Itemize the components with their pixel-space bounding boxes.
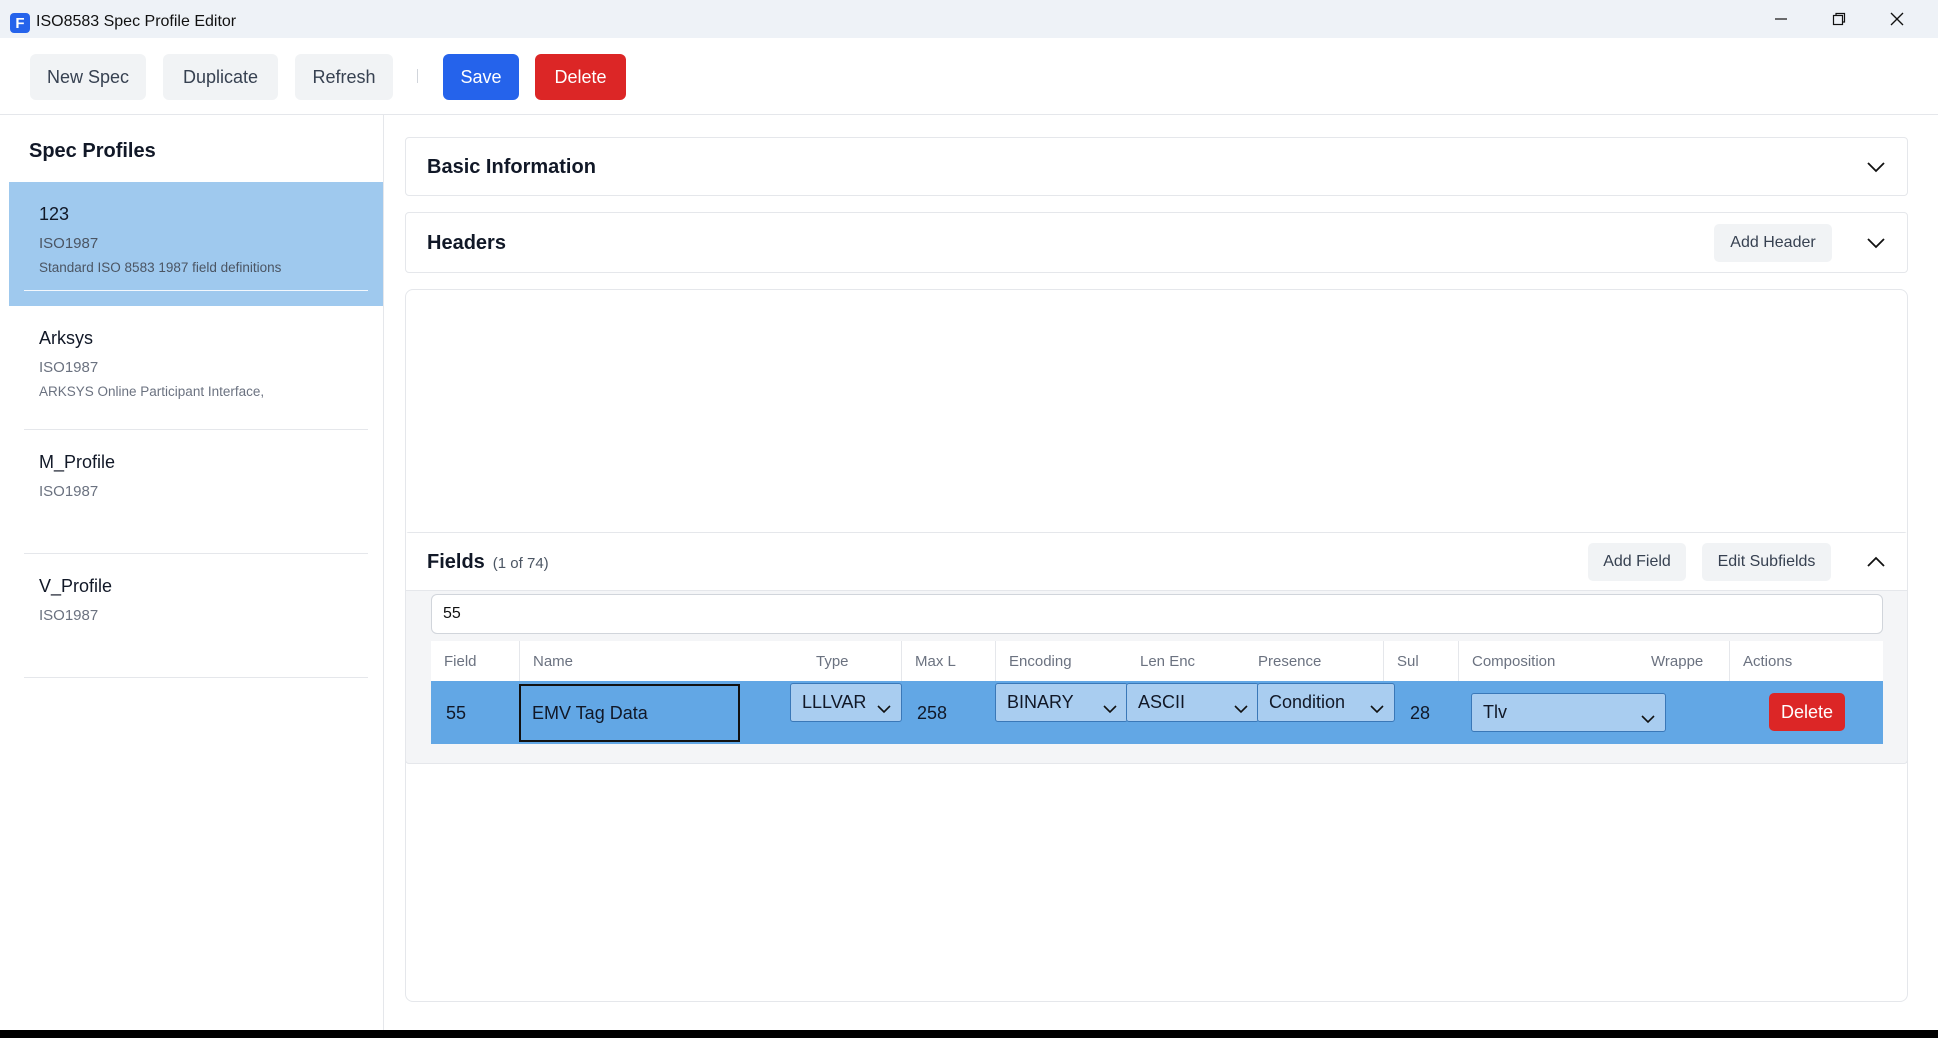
table-row[interactable]: 55 EMV Tag Data LLLVAR 258 BINARY ASCII …: [431, 681, 1883, 744]
profile-standard: ISO1987: [39, 483, 99, 500]
column-header[interactable]: Actions: [1729, 641, 1883, 681]
column-header[interactable]: Type: [803, 641, 915, 681]
profile-item-m-profile[interactable]: M_Profile ISO1987: [9, 430, 383, 554]
profile-description: Standard ISO 8583 1987 field definitions: [39, 260, 282, 275]
profile-description: ARKSYS Online Participant Interface,: [39, 384, 265, 399]
close-icon[interactable]: [1868, 0, 1926, 38]
profile-item-v-profile[interactable]: V_Profile ISO1987: [9, 554, 383, 678]
chevron-down-icon[interactable]: [1865, 232, 1887, 254]
spec-profiles-sidebar: Spec Profiles 123 ISO1987 Standard ISO 8…: [9, 115, 384, 1030]
profile-name: 123: [39, 204, 70, 224]
chevron-down-icon: [1101, 694, 1119, 714]
refresh-button[interactable]: Refresh: [295, 54, 393, 100]
max-length: 258: [917, 703, 948, 723]
column-header[interactable]: Field: [431, 641, 519, 681]
screen-edge: [0, 1030, 1938, 1038]
profile-name: Arksys: [39, 328, 93, 348]
chevron-down-icon[interactable]: [1865, 156, 1887, 178]
len-enc-value: ASCII: [1138, 692, 1186, 712]
type-select[interactable]: LLLVAR: [790, 683, 902, 722]
duplicate-button[interactable]: Duplicate: [163, 54, 278, 100]
len-enc-select[interactable]: ASCII: [1126, 683, 1259, 722]
divider: [24, 677, 368, 678]
field-search-input[interactable]: [431, 594, 1883, 634]
panel-title: Headers: [427, 232, 506, 254]
toolbar: New Spec Duplicate Refresh Save Delete: [0, 38, 1938, 115]
column-header[interactable]: Name: [519, 641, 803, 681]
profile-item-123[interactable]: 123 ISO1987 Standard ISO 8583 1987 field…: [9, 182, 383, 306]
field-number: 55: [446, 703, 467, 723]
edit-subfields-button[interactable]: Edit Subfields: [1702, 543, 1831, 581]
profile-standard: ISO1987: [39, 235, 99, 252]
chevron-down-icon: [1368, 694, 1386, 714]
window-title: ISO8583 Spec Profile Editor: [36, 13, 237, 30]
encoding-select[interactable]: BINARY: [995, 683, 1128, 722]
divider: [24, 290, 368, 291]
column-header[interactable]: Presence: [1245, 641, 1383, 681]
column-header[interactable]: Encoding: [995, 641, 1127, 681]
profile-item-arksys[interactable]: Arksys ISO1987 ARKSYS Online Participant…: [9, 306, 383, 430]
headers-panel[interactable]: Headers Add Header: [405, 212, 1908, 273]
new-spec-button[interactable]: New Spec: [30, 54, 146, 100]
sidebar-title: Spec Profiles: [29, 140, 156, 162]
fields-header[interactable]: Fields (1 of 74) Add Field Edit Subfields: [406, 533, 1907, 591]
type-value: LLLVAR: [802, 692, 867, 712]
encoding-value: BINARY: [1007, 692, 1074, 712]
column-header[interactable]: Sul: [1383, 641, 1458, 681]
restore-icon[interactable]: [1810, 0, 1868, 38]
title-bar: F ISO8583 Spec Profile Editor: [0, 0, 1938, 38]
app-icon: F: [10, 13, 30, 33]
column-header[interactable]: Len Enc: [1127, 641, 1258, 681]
field-name-input[interactable]: EMV Tag Data: [519, 684, 740, 742]
save-button[interactable]: Save: [443, 54, 519, 100]
composition-select[interactable]: Tlv: [1471, 693, 1666, 732]
column-header[interactable]: Composition: [1458, 641, 1653, 681]
main-content: Basic Information Headers Add Header Fie…: [385, 115, 1938, 1030]
panel-title: Fields (1 of 74): [427, 551, 549, 574]
fields-title: Fields: [427, 551, 485, 573]
chevron-down-icon: [1639, 704, 1657, 724]
composition-value: Tlv: [1483, 702, 1507, 722]
add-field-button[interactable]: Add Field: [1588, 543, 1686, 581]
profile-name: M_Profile: [39, 452, 116, 472]
fields-table-header: Field Name Type Max L Encoding Len Enc P…: [431, 641, 1883, 681]
chevron-down-icon: [875, 694, 893, 714]
column-header[interactable]: Max L: [901, 641, 995, 681]
chevron-down-icon: [1232, 694, 1250, 714]
profile-name: V_Profile: [39, 576, 113, 596]
subfield-count: 28: [1410, 703, 1431, 723]
panel-title: Basic Information: [427, 156, 596, 178]
profile-standard: ISO1987: [39, 359, 99, 376]
toolbar-divider: [417, 69, 418, 83]
delete-button[interactable]: Delete: [535, 54, 626, 100]
column-header[interactable]: Wrappe: [1638, 641, 1729, 681]
basic-information-panel[interactable]: Basic Information: [405, 137, 1908, 196]
chevron-up-icon[interactable]: [1865, 551, 1887, 573]
profile-standard: ISO1987: [39, 607, 99, 624]
fields-panel: Fields (1 of 74) Add Field Edit Subfields…: [405, 532, 1908, 764]
presence-select[interactable]: Condition: [1257, 683, 1395, 722]
presence-value: Condition: [1269, 692, 1346, 712]
app-window: F ISO8583 Spec Profile Editor New Spec D…: [0, 0, 1938, 1030]
fields-count: (1 of 74): [492, 555, 549, 572]
delete-field-button[interactable]: Delete: [1769, 693, 1845, 731]
minimize-icon[interactable]: [1752, 0, 1810, 38]
add-header-button[interactable]: Add Header: [1714, 224, 1832, 262]
